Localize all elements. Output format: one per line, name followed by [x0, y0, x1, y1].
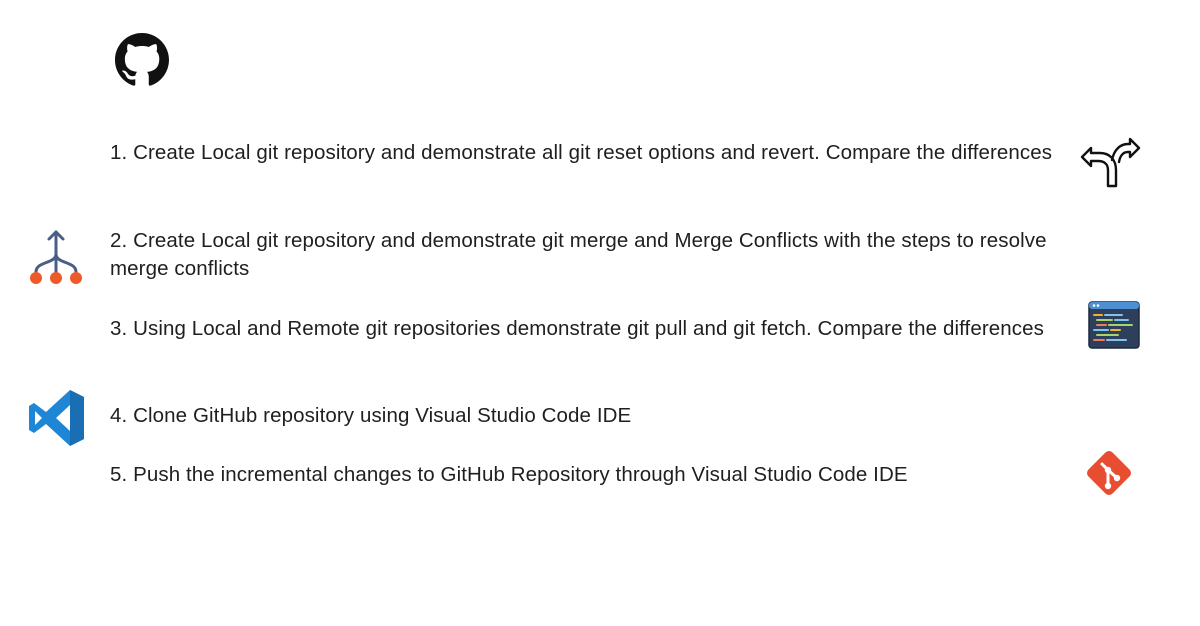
task-item-5: 5. Push the incremental changes to GitHu…: [110, 463, 908, 486]
merge-branches-icon: [30, 230, 82, 284]
git-logo-icon: [1087, 451, 1131, 495]
slide: 1. Create Local git repository and demon…: [0, 0, 1200, 626]
task-item-3: 3. Using Local and Remote git repositori…: [110, 317, 1044, 340]
vscode-logo-icon: [29, 390, 84, 446]
github-logo-icon: [115, 33, 169, 86]
fork-arrows-icon: [1080, 137, 1141, 188]
task-item-4: 4. Clone GitHub repository using Visual …: [110, 404, 632, 427]
task-item-2: 2. Create Local git repository and demon…: [110, 229, 1047, 280]
task-item-1: 1. Create Local git repository and demon…: [110, 141, 1053, 164]
code-window-icon: [1088, 301, 1140, 349]
